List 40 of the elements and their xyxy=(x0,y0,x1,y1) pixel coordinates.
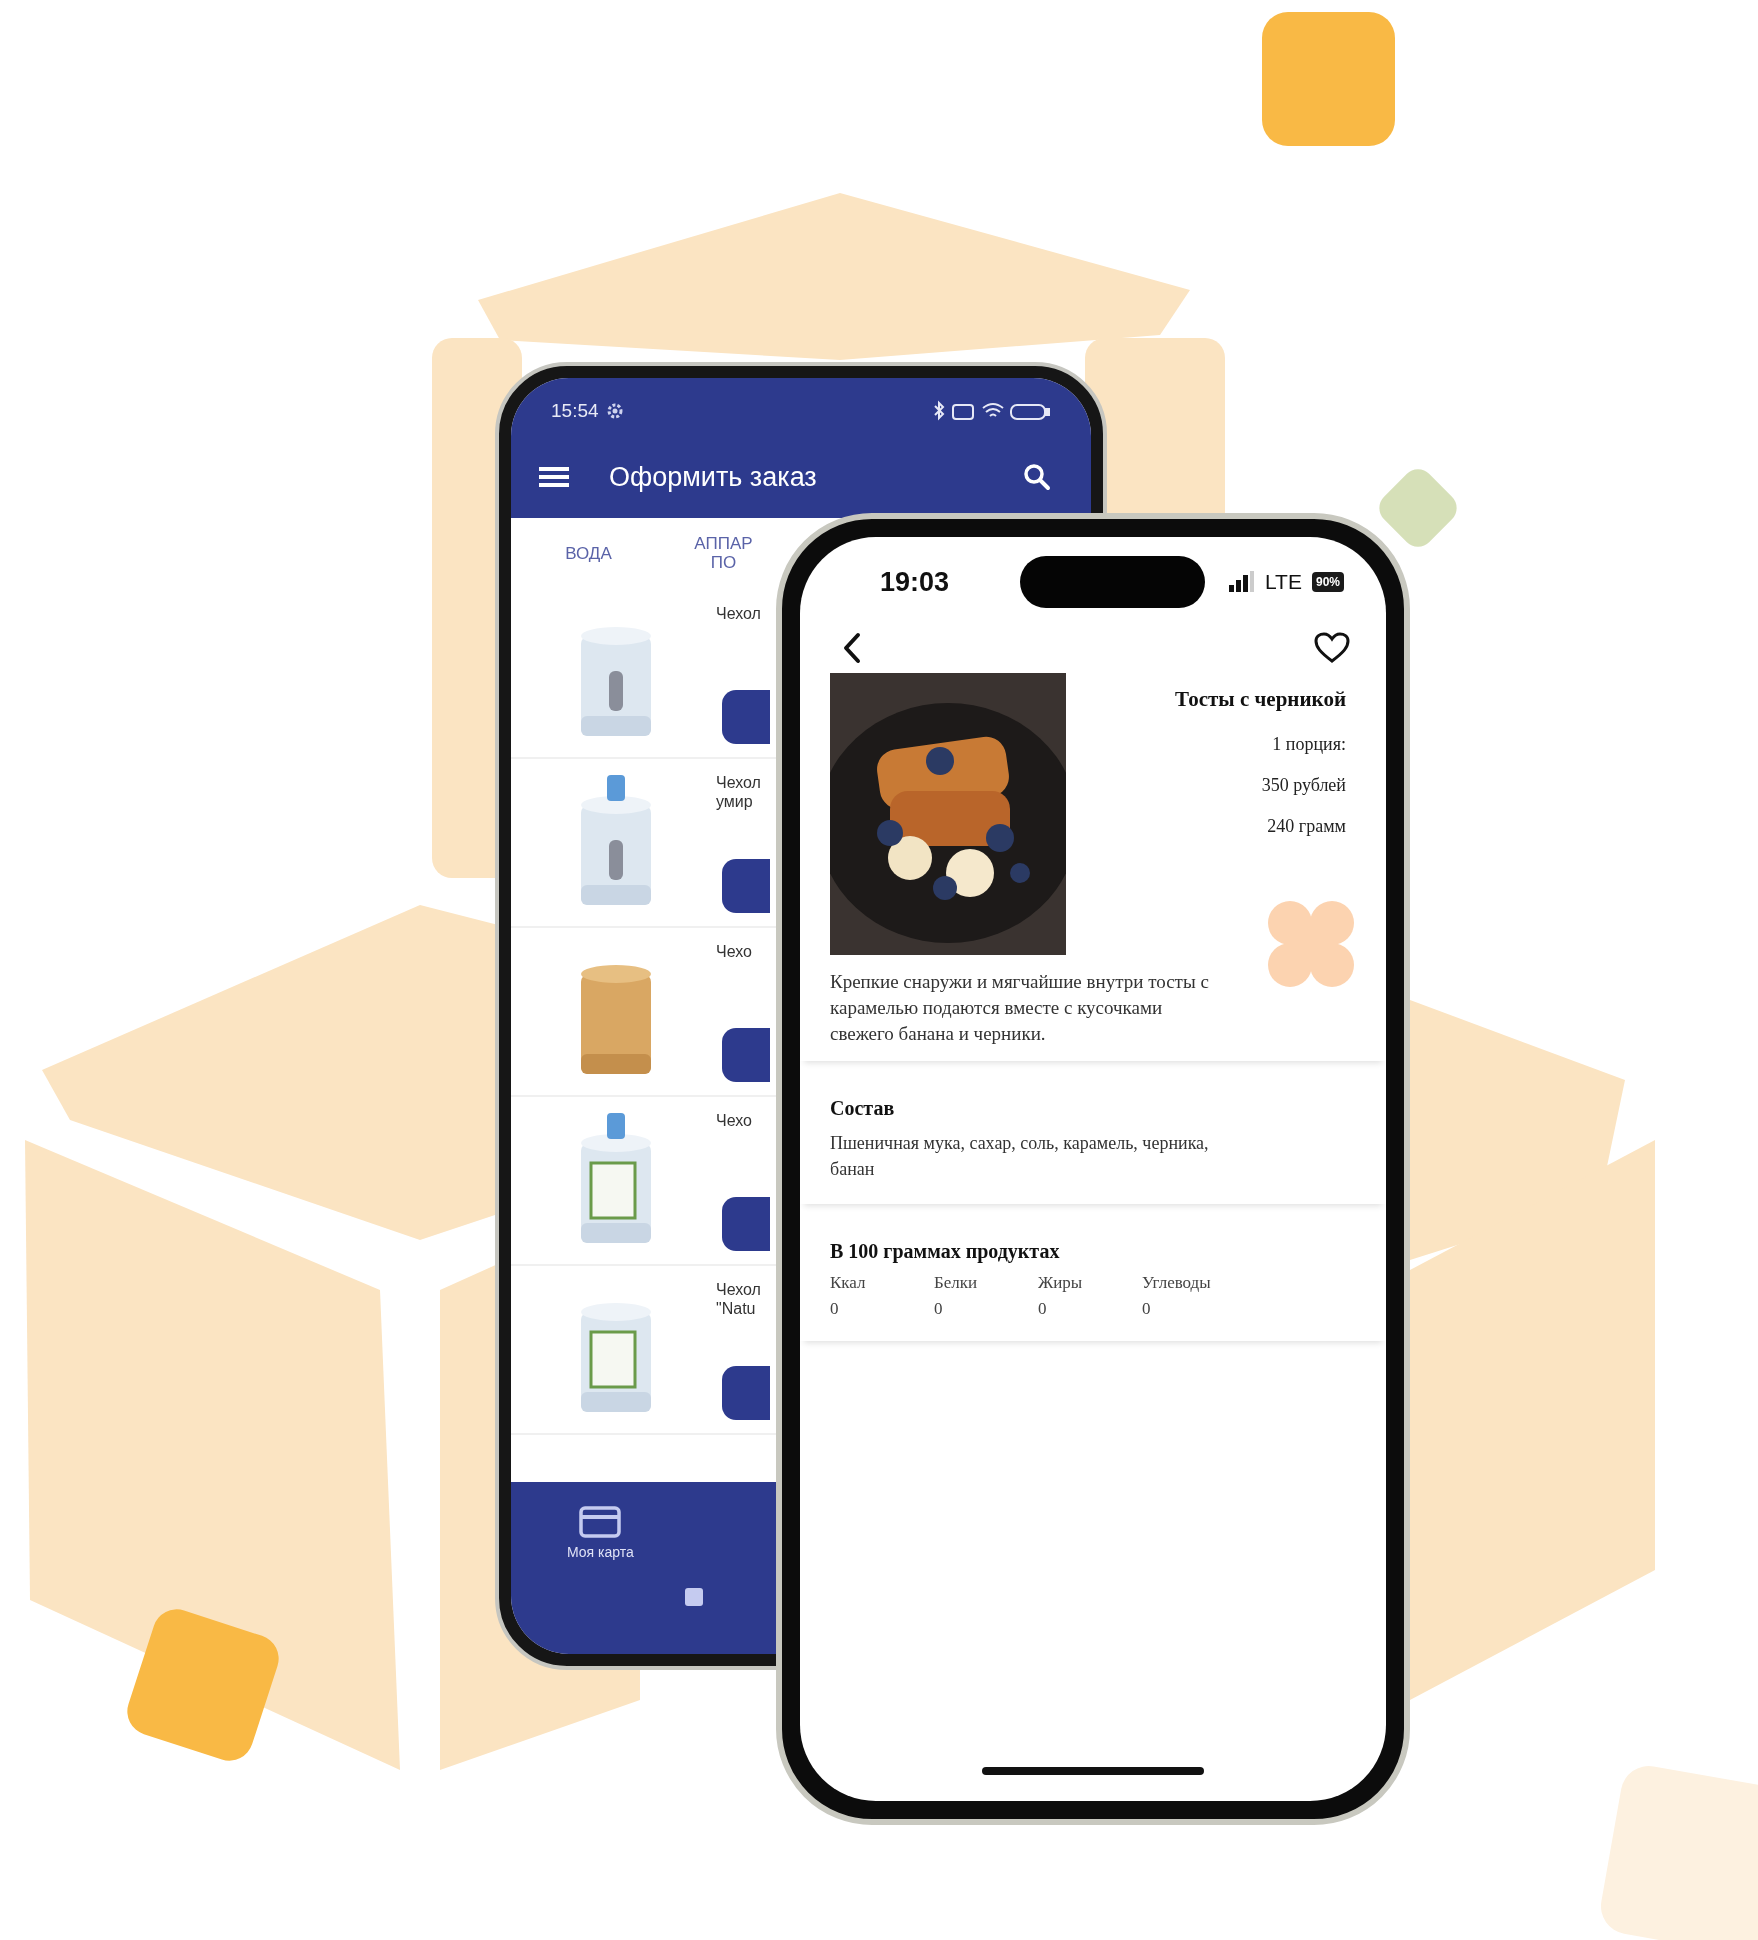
ingredients-text: Пшеничная мука, сахар, соль, карамель, черника, банан xyxy=(830,1132,1210,1181)
nutrient-value: 0 xyxy=(830,1299,840,1319)
back-icon[interactable] xyxy=(842,632,862,664)
product-title: Чехол умир xyxy=(716,772,762,811)
nutrient-label: Жиры xyxy=(1038,1273,1084,1293)
category-tab[interactable]: АППАР ПО xyxy=(686,535,761,573)
price-label: 350 рублей xyxy=(1261,775,1346,796)
status-time: 19:03 xyxy=(880,566,951,598)
nutrient-label: Ккал xyxy=(830,1273,867,1293)
action-button[interactable] xyxy=(722,1196,770,1251)
action-button[interactable] xyxy=(722,1365,770,1420)
heart-icon[interactable] xyxy=(1314,632,1350,664)
section-heading: В 100 граммах продуктах xyxy=(830,1240,1060,1263)
status-time: 15:54 xyxy=(551,400,599,422)
dish-title: Тосты с черникой xyxy=(1175,687,1346,712)
nutrient-label: Белки xyxy=(934,1273,979,1293)
screen-title: Оформить заказ xyxy=(609,461,817,493)
product-title: Чехол "Natu xyxy=(716,1279,762,1318)
product-title: Чехо xyxy=(716,941,753,961)
nutrient-value: 0 xyxy=(1142,1299,1152,1319)
action-button[interactable] xyxy=(722,689,770,744)
dish-description: Крепкие снаружи и мягчайшие внутри тосты с карамелью подаются вместе с кусочками свежего банана и черники. xyxy=(830,970,1210,1046)
signal-icon xyxy=(1229,571,1255,593)
product-title: Чехол xyxy=(716,603,762,623)
menu-icon[interactable] xyxy=(539,466,569,488)
action-button[interactable] xyxy=(722,1027,770,1082)
nutrient-value: 0 xyxy=(1038,1299,1048,1319)
product-title: Чехо xyxy=(716,1110,753,1130)
portion-label: 1 порция: xyxy=(1272,734,1346,755)
weight-label: 240 грамм xyxy=(1267,816,1346,837)
battery-indicator: 90% xyxy=(1311,572,1344,592)
nav-label[interactable]: Моя карта xyxy=(567,1544,634,1560)
network-label: LTE xyxy=(1265,570,1302,594)
action-button[interactable] xyxy=(722,858,770,913)
nutrient-label: Углеводы xyxy=(1142,1273,1212,1293)
nutrient-value: 0 xyxy=(934,1299,944,1319)
section-heading: Состав xyxy=(830,1097,895,1120)
search-icon[interactable] xyxy=(1023,463,1051,491)
card-icon[interactable] xyxy=(579,1506,622,1538)
category-tab[interactable]: ВОДА xyxy=(551,544,626,564)
